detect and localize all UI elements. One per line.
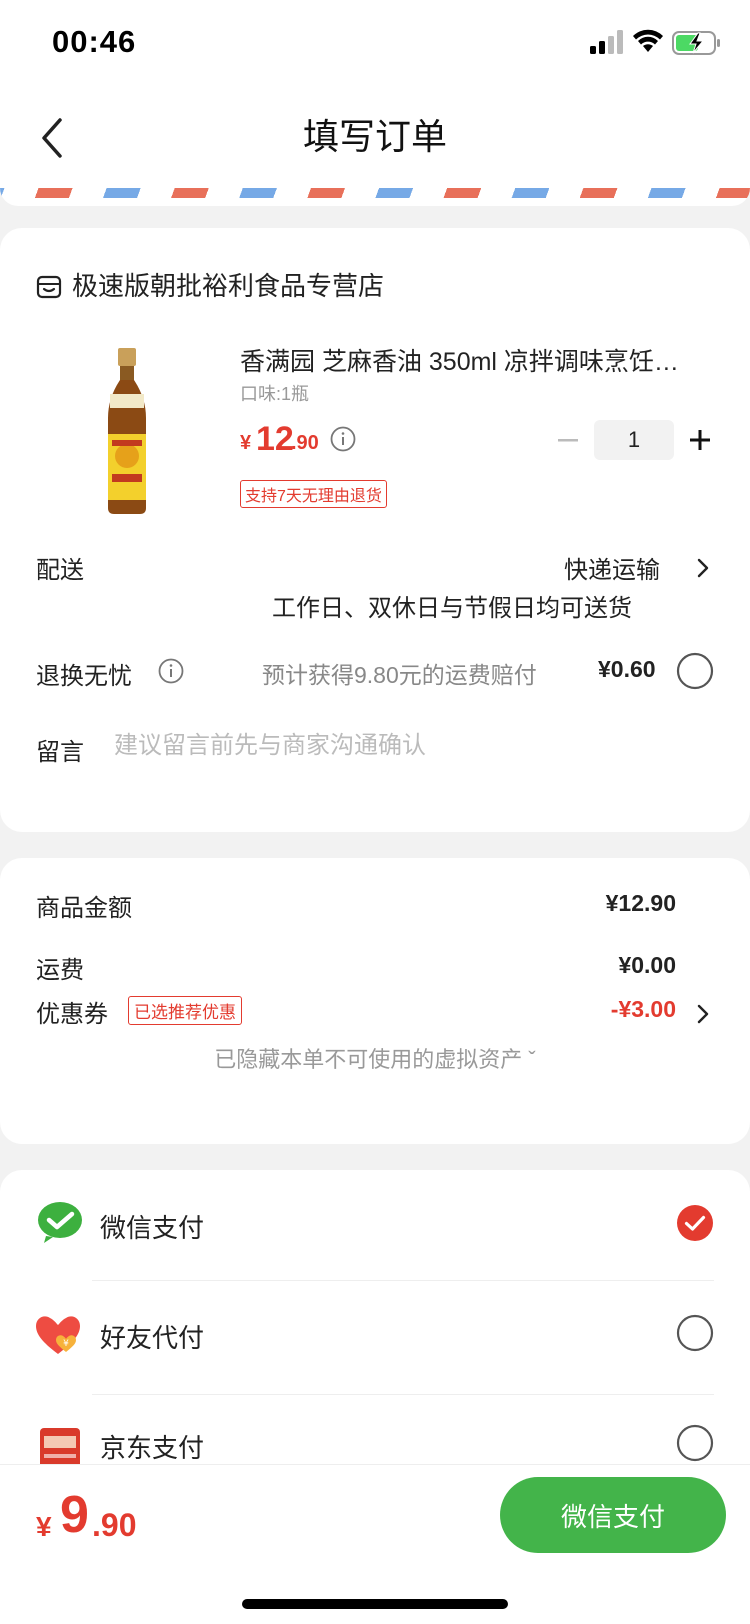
worry-free-radio[interactable] [676, 652, 714, 690]
chevron-right-icon[interactable] [696, 1002, 710, 1026]
jd-pay-radio[interactable] [676, 1424, 714, 1462]
coupon-badge: 已选推荐优惠 [128, 996, 242, 1025]
coupon-label: 优惠券 [36, 1001, 108, 1028]
delivery-label: 配送 [36, 557, 84, 584]
wechat-pay-label[interactable]: 微信支付 [100, 1208, 204, 1245]
worry-free-info-icon[interactable] [158, 658, 184, 684]
wechat-pay-icon [38, 1202, 82, 1243]
total-decimal: .90 [92, 1507, 137, 1543]
divider [92, 1280, 714, 1281]
address-stripe-divider [0, 188, 750, 206]
total-currency: ¥ [36, 1511, 52, 1542]
shop-icon [36, 275, 62, 299]
friend-pay-label[interactable]: 好友代付 [100, 1318, 204, 1355]
worry-free-description: 预计获得9.80元的运费赔付 [262, 662, 537, 688]
coupon-value[interactable]: -¥3.00 [611, 996, 676, 1023]
product-spec: 口味:1瓶 [240, 384, 310, 404]
shipping-fee-value: ¥0.00 [618, 952, 676, 978]
hidden-assets-toggle[interactable]: 已隐藏本单不可使用的虚拟资产 ˇ [0, 1042, 750, 1074]
wechat-pay-radio-checked[interactable] [676, 1204, 714, 1242]
price-integer: 12 [256, 420, 294, 458]
divider [92, 1394, 714, 1395]
price-summary-card: 商品金额 ¥12.90 运费 ¥0.00 优惠券 已选推荐优惠 -¥3.00 已… [0, 858, 750, 1144]
cellular-signal-icon [590, 30, 623, 54]
goods-amount-value: ¥12.90 [605, 890, 676, 916]
navigation-bar: 填写订单 [0, 90, 750, 190]
pay-button[interactable]: 微信支付 [500, 1477, 726, 1553]
status-bar: 00:46 [0, 0, 750, 90]
svg-text:¥: ¥ [63, 1339, 69, 1349]
worry-free-return-label: 退换无忧 [36, 663, 132, 690]
message-label: 留言 [36, 739, 84, 766]
battery-charging-icon [672, 31, 720, 55]
friend-pay-radio[interactable] [676, 1314, 714, 1352]
message-input[interactable] [114, 728, 674, 764]
quantity-value[interactable]: 1 [594, 420, 674, 460]
payment-methods-card: 微信支付 ¥ 好友代付 京东支付 [0, 1170, 750, 1500]
home-indicator [242, 1599, 508, 1609]
wifi-icon [633, 29, 663, 52]
jd-pay-label[interactable]: 京东支付 [100, 1428, 204, 1465]
page-title: 填写订单 [302, 116, 447, 157]
delivery-method[interactable]: 快递运输 [564, 550, 660, 585]
product-title[interactable]: 香满园 芝麻香油 350ml 凉拌调味烹饪… [240, 342, 710, 378]
quantity-increase-button[interactable] [688, 422, 712, 458]
price-currency: ¥ [240, 432, 252, 454]
quantity-decrease-button[interactable] [556, 420, 580, 460]
price-info-icon[interactable] [330, 426, 356, 452]
status-time: 00:46 [52, 24, 137, 59]
goods-amount-label: 商品金额 [36, 895, 132, 922]
return-policy-badge: 支持7天无理由退货 [240, 480, 387, 508]
checkout-bar: ¥ 9 .90 微信支付 [0, 1464, 750, 1624]
shop-name[interactable]: 极速版朝批裕利食品专营店 [72, 266, 384, 303]
price-decimal: .90 [291, 432, 319, 454]
sesame-oil-bottle-image[interactable] [104, 348, 150, 516]
total-integer: 9 [60, 1486, 89, 1544]
chevron-right-icon[interactable] [696, 556, 710, 580]
order-card: 极速版朝批裕利食品专营店 香满园 芝麻香油 350ml 凉拌调味烹饪… 口味:1… [0, 228, 750, 832]
delivery-note: 工作日、双休日与节假日均可送货 [272, 595, 632, 622]
shipping-fee-label: 运费 [36, 957, 84, 984]
friend-pay-icon: ¥ [36, 1316, 80, 1354]
worry-free-price: ¥0.60 [598, 656, 656, 682]
